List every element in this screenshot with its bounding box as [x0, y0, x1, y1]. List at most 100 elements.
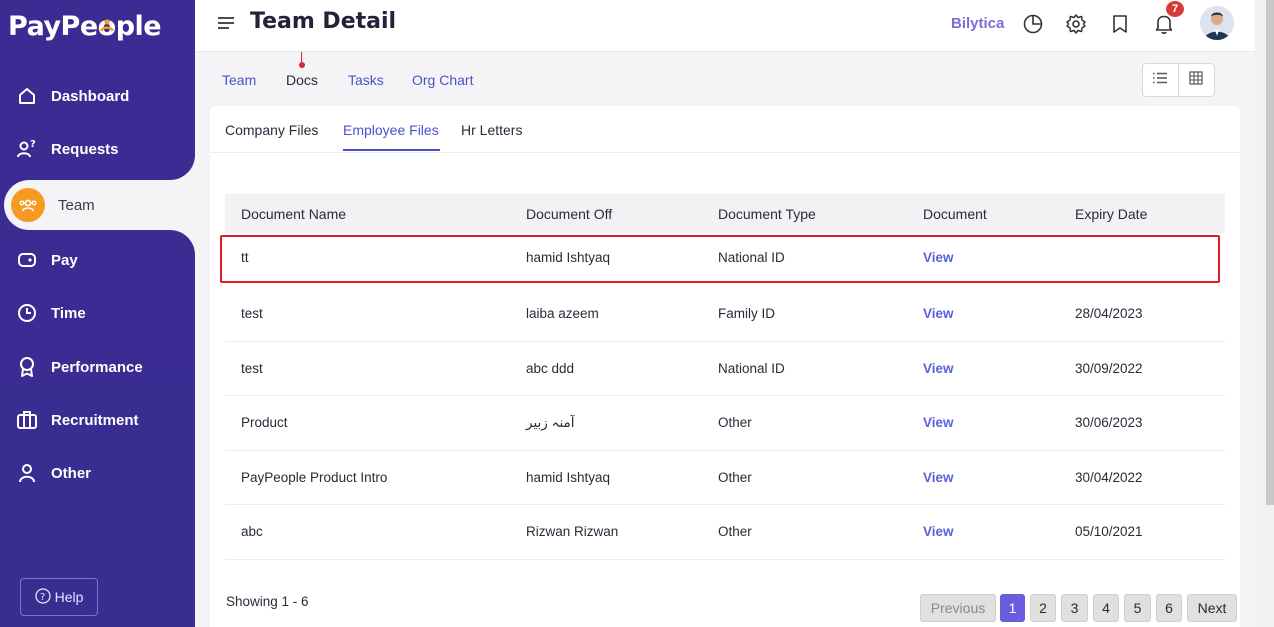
- sidebar-item-performance[interactable]: Performance: [0, 342, 195, 392]
- cell-document-type: National ID: [718, 250, 785, 265]
- cell-document-off: abc ddd: [526, 360, 575, 376]
- scrollbar-thumb[interactable]: [1266, 0, 1274, 505]
- cell-document-name: test: [241, 306, 263, 321]
- paypeople-logo[interactable]: PayPe o ple: [8, 8, 162, 44]
- cell-document-name: PayPeople Product Intro: [241, 469, 388, 485]
- sidebar-item-label: Other: [51, 464, 92, 482]
- top-header: Team Detail Bilytica 7: [195, 0, 1255, 52]
- sidebar-item-label: Time: [51, 304, 86, 322]
- next-page-button[interactable]: Next: [1187, 594, 1237, 622]
- sidebar-item-requests[interactable]: ? Requests: [0, 124, 195, 174]
- tab-hr-letters[interactable]: Hr Letters: [461, 122, 522, 138]
- page-button-2[interactable]: 2: [1030, 594, 1056, 622]
- column-header-document[interactable]: Document: [923, 206, 987, 222]
- grid-view-button[interactable]: [1179, 64, 1215, 96]
- cell-expiry-date: 30/06/2023: [1075, 415, 1143, 430]
- clock-icon: [16, 302, 38, 324]
- pie-chart-icon[interactable]: [1021, 12, 1045, 36]
- help-icon: ?: [34, 587, 51, 607]
- page-button-3[interactable]: 3: [1061, 594, 1088, 622]
- table-row[interactable]: test abc ddd National ID View 30/09/2022: [225, 342, 1225, 396]
- table-row[interactable]: Product آمنہ زبیر Other View 30/06/2023: [225, 396, 1225, 451]
- documents-table: Document Name Document Off Document Type…: [220, 194, 1225, 560]
- team-icon: [11, 188, 45, 222]
- gear-icon[interactable]: [1064, 12, 1088, 36]
- table-row[interactable]: abc Rizwan Rizwan Other View 05/10/2021: [225, 505, 1225, 560]
- help-button[interactable]: ? Help: [20, 578, 98, 616]
- cell-document-name: abc: [241, 524, 263, 539]
- column-header-document-name[interactable]: Document Name: [241, 206, 346, 222]
- sidebar-item-team[interactable]: Team: [0, 180, 195, 230]
- sidebar-item-other[interactable]: Other: [0, 448, 195, 498]
- hamburger-menu-icon[interactable]: [217, 15, 235, 31]
- view-document-link[interactable]: View: [923, 306, 954, 321]
- svg-text:?: ?: [40, 592, 45, 603]
- sub-tabs: Company Files Employee Files Hr Letters: [210, 106, 1240, 153]
- sidebar-item-label: Dashboard: [51, 87, 130, 105]
- view-document-link[interactable]: View: [923, 470, 954, 485]
- column-header-document-off[interactable]: Document Off: [526, 206, 612, 222]
- sidebar-item-pay[interactable]: Pay: [0, 235, 195, 285]
- sidebar-item-label: Team: [58, 196, 95, 214]
- page-button-6[interactable]: 6: [1156, 594, 1182, 622]
- cell-document-type: Other: [718, 524, 752, 539]
- cell-expiry-date: 05/10/2021: [1075, 524, 1143, 539]
- documents-card: Company Files Employee Files Hr Letters …: [210, 106, 1240, 627]
- sidebar-item-label: Pay: [51, 251, 78, 269]
- active-subtab-underline: [343, 149, 440, 151]
- briefcase-icon: [16, 409, 38, 431]
- company-name[interactable]: Bilytica: [951, 15, 1004, 32]
- logo-o: o: [97, 10, 117, 42]
- view-document-link[interactable]: View: [923, 361, 954, 376]
- cell-document-off: hamid Ishtyaq: [526, 469, 611, 485]
- pagination-summary: Showing 1 - 6: [226, 594, 309, 609]
- tab-org-chart[interactable]: Org Chart: [412, 72, 473, 88]
- cell-expiry-date: 28/04/2023: [1075, 306, 1143, 321]
- sidebar-item-label: Requests: [51, 140, 119, 158]
- page-button-4[interactable]: 4: [1093, 594, 1119, 622]
- requests-icon: ?: [16, 138, 38, 160]
- bookmark-icon[interactable]: [1108, 12, 1132, 36]
- tab-docs[interactable]: Docs: [286, 72, 318, 88]
- wallet-icon: [16, 249, 38, 271]
- page-button-1[interactable]: 1: [1000, 594, 1025, 622]
- column-header-expiry-date[interactable]: Expiry Date: [1075, 206, 1147, 222]
- avatar[interactable]: [1200, 6, 1234, 40]
- page-title: Team Detail: [250, 9, 397, 34]
- view-document-link[interactable]: View: [923, 524, 954, 539]
- tab-tasks[interactable]: Tasks: [348, 72, 384, 88]
- cell-document-off: laiba azeem: [526, 306, 599, 321]
- sidebar-item-time[interactable]: Time: [0, 288, 195, 338]
- cell-document-off: آمنہ زبیر: [526, 415, 575, 430]
- tab-team[interactable]: Team: [222, 72, 256, 88]
- home-icon: [16, 85, 38, 107]
- grid-icon: [1189, 70, 1203, 90]
- cell-document-type: Family ID: [718, 306, 775, 321]
- sidebar-item-dashboard[interactable]: Dashboard: [0, 71, 195, 121]
- previous-page-button[interactable]: Previous: [920, 594, 996, 622]
- table-header: Document Name Document Off Document Type…: [225, 194, 1225, 233]
- table-row[interactable]: test laiba azeem Family ID View 28/04/20…: [225, 287, 1225, 342]
- sidebar-item-recruitment[interactable]: Recruitment: [0, 395, 195, 445]
- table-row[interactable]: PayPeople Product Intro hamid Ishtyaq Ot…: [225, 451, 1225, 505]
- tab-company-files[interactable]: Company Files: [225, 122, 318, 138]
- award-icon: [16, 356, 38, 378]
- page-button-5[interactable]: 5: [1124, 594, 1151, 622]
- column-header-document-type[interactable]: Document Type: [718, 206, 816, 222]
- cell-document-type: National ID: [718, 360, 785, 376]
- view-toggle: [1142, 63, 1215, 97]
- table-row[interactable]: tt hamid Ishtyaq National ID View: [220, 235, 1220, 283]
- cell-document-name: test: [241, 360, 263, 376]
- svg-text:?: ?: [30, 139, 36, 150]
- tab-employee-files[interactable]: Employee Files: [343, 122, 439, 138]
- view-document-link[interactable]: View: [923, 415, 954, 430]
- active-tab-indicator-dot: [299, 62, 305, 68]
- notification-badge: 7: [1165, 0, 1185, 18]
- user-icon: [16, 462, 38, 484]
- list-view-button[interactable]: [1143, 64, 1179, 96]
- cell-document-off: hamid Ishtyaq: [526, 250, 611, 265]
- view-document-link[interactable]: View: [923, 250, 954, 265]
- help-label: Help: [54, 589, 84, 605]
- list-icon: [1152, 71, 1168, 89]
- logo-text-end: ple: [115, 10, 162, 42]
